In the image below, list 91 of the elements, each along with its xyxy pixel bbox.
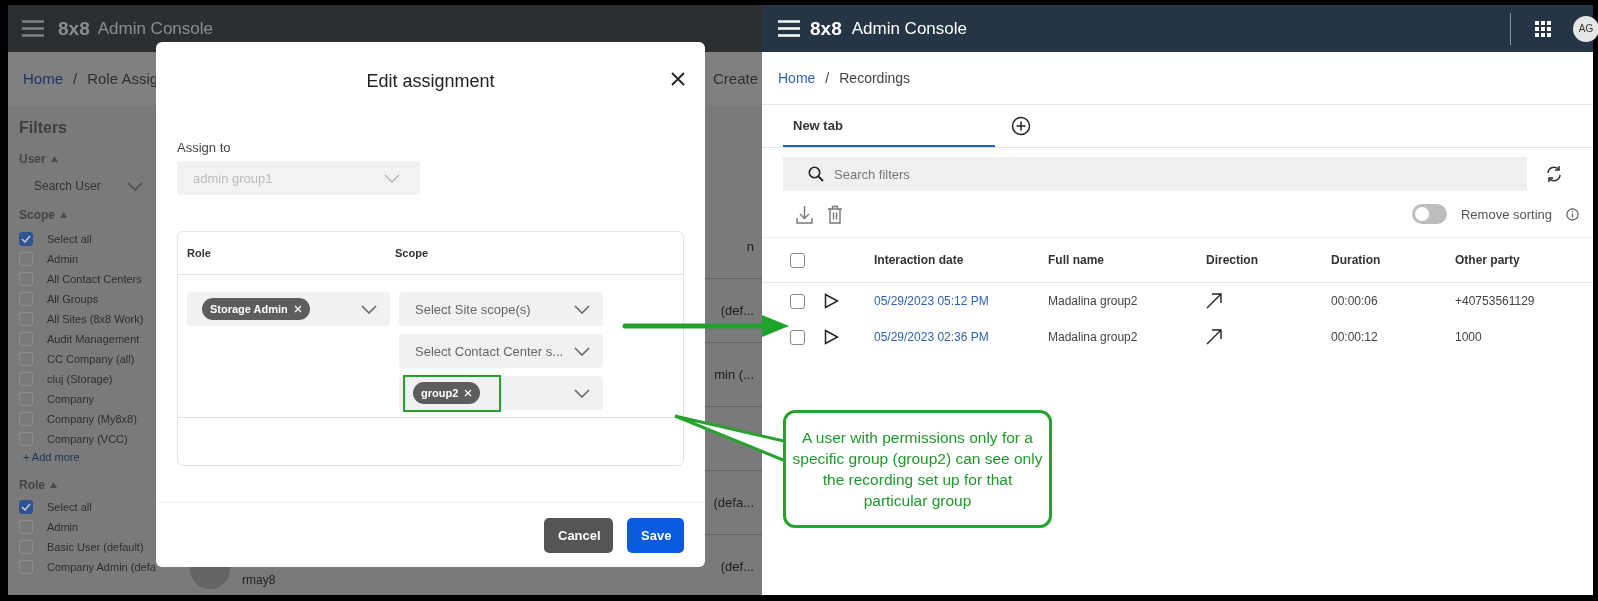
table-cell-text: 1000: [1455, 330, 1483, 344]
table-cell-text: +40753561129: [1455, 294, 1536, 308]
chevron-down-icon: [361, 304, 377, 314]
download-icon[interactable]: [796, 204, 813, 224]
app-title: Admin Console: [97, 18, 213, 39]
logo: 8x8: [810, 17, 842, 40]
chip[interactable]: Storage Admin: [202, 298, 310, 320]
filter-option[interactable]: Company Admin (defa: [47, 561, 156, 573]
table-cell-text: 00:00:06: [1331, 294, 1379, 308]
trash-icon[interactable]: [827, 204, 843, 224]
filter-option[interactable]: cluj (Storage): [47, 373, 113, 385]
filter-option[interactable]: Audit Management: [47, 333, 140, 345]
date-link[interactable]: 05/29/2023 05:12 PM: [874, 294, 989, 308]
outgoing-arrow-icon: [1206, 293, 1222, 309]
scope-select[interactable]: Select Site scope(s): [399, 292, 603, 326]
checkbox[interactable]: [790, 329, 805, 345]
add-more-link[interactable]: + Add more: [23, 451, 80, 463]
column-header: Scope: [395, 247, 428, 259]
filter-option[interactable]: All Contact Centers: [47, 273, 142, 285]
collapse-triangle-icon[interactable]: [60, 212, 67, 218]
chevron-down-icon: [574, 346, 590, 356]
table-cell: min (...: [714, 367, 754, 382]
breadcrumb-link[interactable]: Home: [778, 70, 816, 86]
filter-option[interactable]: Company (My8x8): [47, 413, 137, 425]
column-header[interactable]: Duration: [1331, 253, 1455, 267]
tab[interactable]: New tab: [783, 105, 995, 147]
filter-option[interactable]: All Sites (8x8 Work): [47, 313, 144, 325]
filters-title: Filters: [19, 119, 68, 137]
chevron-down-icon: [574, 388, 590, 398]
filter-option[interactable]: Admin: [47, 521, 79, 533]
app-title: Admin Console: [851, 18, 967, 39]
dialog-title: Edit assignment: [366, 70, 495, 92]
toggle-switch[interactable]: [1411, 204, 1447, 224]
checkbox[interactable]: [790, 252, 805, 268]
table-cell-text: Madalina group2: [1048, 294, 1139, 308]
scope-select[interactable]: group2: [399, 376, 603, 410]
checkbox[interactable]: [19, 232, 33, 246]
remove-sorting-label: Remove sorting: [1460, 206, 1552, 222]
collapse-triangle-icon[interactable]: [50, 156, 58, 162]
avatar[interactable]: AG: [1573, 15, 1598, 42]
outgoing-arrow-icon: [1206, 329, 1222, 345]
search-field[interactable]: Search filters: [783, 157, 1527, 191]
filter-option[interactable]: Company (VCC): [47, 433, 128, 445]
filter-option[interactable]: Company: [47, 393, 95, 405]
filter-option[interactable]: Select all: [47, 501, 92, 513]
chevron-down-icon: [384, 173, 400, 183]
breadcrumb-separator: /: [825, 70, 830, 86]
filter-option[interactable]: CC Company (all): [47, 353, 135, 365]
checkbox[interactable]: [19, 500, 33, 514]
close-icon[interactable]: [671, 72, 685, 86]
apps-grid-icon[interactable]: [1535, 20, 1551, 37]
scope-select[interactable]: Select Contact Center s...: [399, 334, 603, 368]
table-cell: (def...: [720, 559, 754, 574]
table-cell-text: 00:00:12: [1331, 330, 1379, 344]
role-select[interactable]: Storage Admin: [187, 292, 390, 326]
breadcrumb-link[interactable]: Home: [23, 70, 63, 87]
cancel-button[interactable]: Cancel: [544, 517, 613, 553]
table-cell: (defa...: [713, 495, 754, 510]
table-cell: (def...: [720, 303, 754, 318]
field-label: Assign to: [177, 140, 232, 155]
save-button[interactable]: Save: [627, 517, 684, 553]
chevron-down-icon: [574, 304, 590, 314]
play-icon[interactable]: [824, 329, 839, 345]
checkbox[interactable]: [790, 293, 805, 309]
chevron-down-icon: [126, 181, 143, 191]
column-header[interactable]: Direction: [1206, 253, 1331, 267]
date-link[interactable]: 05/29/2023 02:36 PM: [874, 330, 989, 344]
chip[interactable]: group2: [413, 382, 481, 404]
filter-option[interactable]: All Groups: [47, 293, 99, 305]
filter-option[interactable]: Admin: [47, 253, 79, 265]
user-name: rmay8: [242, 573, 276, 587]
refresh-icon[interactable]: [1545, 165, 1563, 183]
info-icon[interactable]: [1566, 207, 1579, 221]
filter-option[interactable]: Basic User (default): [47, 541, 144, 553]
filter-option[interactable]: Select all: [47, 233, 92, 245]
table-cell: n: [746, 239, 754, 254]
breadcrumb-current: Recordings: [839, 70, 911, 86]
play-icon[interactable]: [824, 293, 839, 309]
column-header[interactable]: Interaction date: [874, 253, 1048, 267]
breadcrumb-separator: /: [73, 70, 78, 87]
table-cell-text: Madalina group2: [1048, 330, 1139, 344]
search-user-field[interactable]: Search User: [34, 179, 101, 193]
column-header[interactable]: Other party: [1455, 253, 1593, 267]
collapse-triangle-icon[interactable]: [50, 482, 57, 488]
logo: 8x8: [58, 17, 90, 40]
column-header[interactable]: Full name: [1048, 253, 1206, 267]
callout-text: A user with permissions only for a specific group (group2) can see only the recording set up for that particular group: [791, 428, 1044, 511]
column-header: Role: [186, 247, 212, 259]
add-tab-icon[interactable]: [1011, 116, 1031, 136]
create-link[interactable]: Create: [713, 70, 759, 87]
search-icon: [808, 166, 824, 182]
